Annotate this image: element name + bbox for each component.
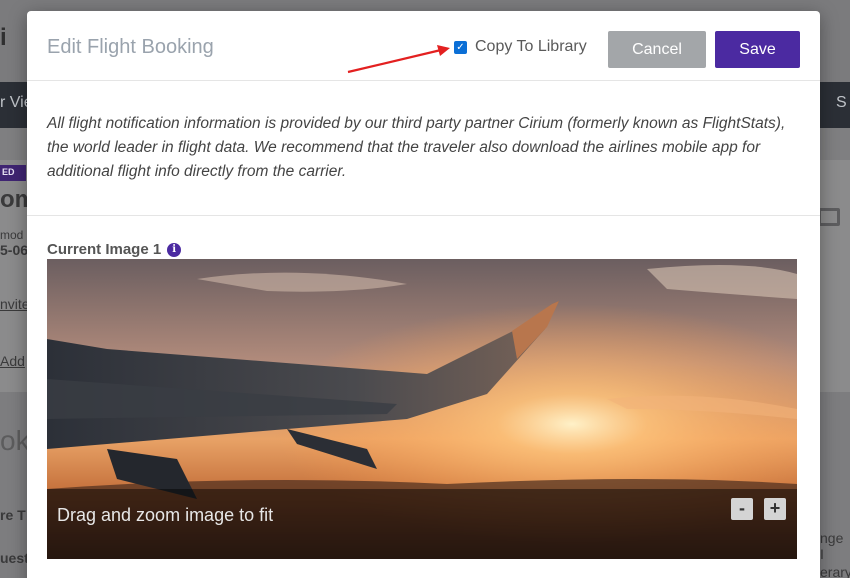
copy-to-library-toggle[interactable]: ✓ Copy To Library bbox=[454, 38, 587, 56]
drag-zoom-hint: Drag and zoom image to fit bbox=[57, 505, 274, 525]
current-image-label: Current Image 1 bbox=[47, 241, 162, 258]
background-section-title: ok bbox=[0, 425, 30, 456]
image-crop-area[interactable]: Drag and zoom image to fit - + bbox=[47, 259, 797, 559]
background-invite-link: nvite bbox=[0, 296, 30, 312]
flight-notification-notice: All flight notification information is p… bbox=[47, 115, 786, 180]
edit-flight-booking-modal: Edit Flight Booking ✓ Copy To Library Ca… bbox=[27, 11, 820, 578]
background-row-label-2: uest bbox=[0, 550, 29, 566]
annotation-arrow-icon bbox=[347, 45, 450, 74]
background-modified-label: mod bbox=[0, 228, 24, 242]
background-right-label: nge I bbox=[820, 530, 844, 562]
background-right-label-2: erary bbox=[820, 564, 850, 578]
copy-to-library-label[interactable]: Copy To Library bbox=[475, 38, 587, 56]
background-date: 5-06 bbox=[0, 242, 29, 258]
zoom-out-icon[interactable]: - bbox=[731, 498, 753, 520]
background-nav-item-right: S bbox=[836, 94, 847, 111]
zoom-in-icon[interactable]: + bbox=[764, 498, 786, 520]
section-divider bbox=[27, 215, 820, 216]
copy-to-library-checkbox[interactable]: ✓ bbox=[454, 40, 467, 54]
background-row-label: re T bbox=[0, 507, 26, 523]
modal-title: Edit Flight Booking bbox=[47, 36, 214, 58]
info-icon[interactable]: i bbox=[167, 242, 182, 257]
cancel-button[interactable]: Cancel bbox=[608, 31, 706, 68]
background-add-link: Add bbox=[0, 353, 25, 369]
background-status-badge: ED bbox=[0, 165, 26, 181]
background-logo-fragment: i bbox=[0, 24, 7, 51]
save-button[interactable]: Save bbox=[715, 31, 800, 68]
current-image-heading: Current Image 1 i bbox=[47, 241, 182, 258]
monitor-icon bbox=[818, 208, 840, 226]
